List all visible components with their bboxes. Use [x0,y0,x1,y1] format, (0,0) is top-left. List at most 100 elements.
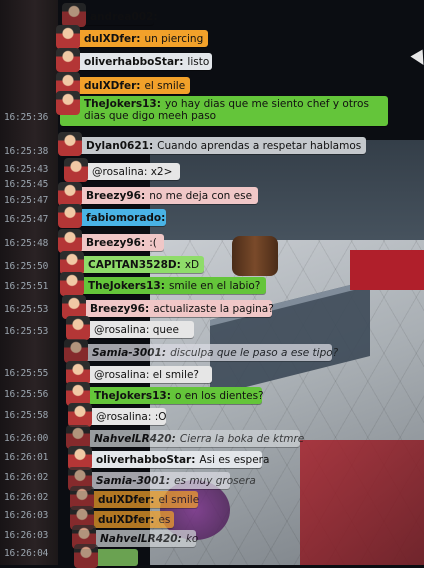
timestamp: 16:25:58 [4,410,49,421]
chat-text: un piercing [144,32,204,45]
timestamp: 16:26:01 [4,452,49,463]
chat-username[interactable]: NahvelLR420: [94,433,176,445]
timestamp: 16:26:03 [4,530,49,541]
avatar [56,48,80,72]
chat-message[interactable]: dulXDfer: el smile [70,486,200,510]
chat-message[interactable]: NahvelLR420: Cierra la boka de ktmre [66,425,304,449]
chat-message[interactable]: @rosalina: el smile? [66,361,212,385]
chat-message[interactable]: Samia-3001: es muy grosera [68,467,256,491]
avatar [60,272,84,296]
chat-text: el smile [144,79,186,92]
chat-message[interactable]: Breezy96: actualizaste la pagina? [62,295,274,319]
chat-username[interactable]: Breezy96: [90,303,149,315]
chat-text: actualizaste la pagina? [153,302,274,315]
chat-username[interactable]: Samia-3001: [96,475,170,487]
chat-message[interactable]: @rosalina: x2> [64,158,180,182]
avatar [62,3,86,27]
chat-username[interactable]: dulXDfer: [84,33,140,45]
timestamp: 16:26:02 [4,492,49,503]
chat-message[interactable]: @rosalina: quee [66,316,194,340]
timestamp: 16:25:53 [4,304,49,315]
red-couch [350,250,424,290]
chat-message[interactable]: TheJokers13: smile en el labio? [60,272,266,296]
avatar [58,229,82,253]
timestamp: 16:25:43 [4,164,49,175]
chat-message[interactable]: Dylan0621: Cuando aprendas a respetar ha… [58,132,366,156]
chat-username[interactable]: oliverhabboStar: [96,454,195,466]
chat-text: Cuando aprendas a respetar hablamos [157,139,362,152]
chat-message[interactable]: fabiomorado: [58,204,166,228]
timestamp: 16:25:36 [4,112,49,123]
timestamp: 16:26:00 [4,433,49,444]
chat-message[interactable]: oliverhabboStar: listo [56,48,212,72]
chat-username[interactable]: fabiomorado: [86,212,165,224]
avatar [68,403,92,427]
timestamp: 16:25:55 [4,368,49,379]
chat-message[interactable]: @rosalina: :O [68,403,167,427]
timestamp: 16:25:56 [4,389,49,400]
timestamp: 16:25:47 [4,214,49,225]
chat-text: es muy grosera [174,474,256,487]
chat-username[interactable]: CAPITAN3528D: [88,259,181,271]
avatar [58,204,82,228]
chat-text: @rosalina: el smile? [94,368,199,381]
timestamp: 16:25:50 [4,261,49,272]
timestamp: 16:26:04 [4,548,49,559]
chat-username[interactable]: dulXDfer: [98,514,154,526]
chat-text: es [158,513,171,526]
timestamp: 16:26:02 [4,472,49,483]
chat-username[interactable]: dulXDfer: [84,80,140,92]
timestamp: 16:26:03 [4,510,49,521]
chat-text: ko [185,532,199,545]
chat-line: TheJokers13: yo hay dias que me siento ch… [84,98,382,122]
chat-username[interactable]: andrea002: [90,11,158,23]
chat-text: @rosalina: x2> [92,165,173,178]
avatar [58,182,82,206]
chat-message[interactable]: dulXDfer: el smile [56,72,190,96]
chat-message[interactable]: CAPITAN3528D: xD [60,251,204,275]
avatar [64,158,88,182]
timestamp: 16:25:45 [4,179,49,190]
chat-text: smile en el labio? [168,279,261,292]
chat-text: @rosalina: :O [96,410,167,423]
timestamp: 16:25:38 [4,146,49,157]
chat-username[interactable]: TheJokers13: [84,98,161,110]
chat-text: el smile [158,493,200,506]
chat-text: xD [184,258,200,271]
chat-message[interactable]: Breezy96: :( [58,229,164,253]
chat-text: Cierra la boka de ktmre [179,432,305,445]
chat-username[interactable]: oliverhabboStar: [84,56,183,68]
avatar [64,339,88,363]
chat-text: Asi es espera [199,453,270,466]
chat-text: @rosalina: quee [94,323,179,336]
chat-text: o en los dientes? [174,389,264,402]
timestamp: 16:25:53 [4,326,49,337]
chat-message-partial[interactable] [74,544,138,568]
red-rug [300,440,424,565]
timestamp-column: 16:25:36 16:25:38 16:25:43 16:25:45 16:2… [0,0,60,565]
chat-message[interactable]: TheJokers13: o en los dientes? [66,382,264,406]
barrel-furniture [232,236,278,276]
timestamp: 16:25:51 [4,281,49,292]
chat-username[interactable]: NahvelLR420: [100,533,182,545]
chat-username[interactable]: dulXDfer: [98,494,154,506]
chat-username[interactable]: Breezy96: [86,190,145,202]
chat-username[interactable]: Samia-3001: [92,347,166,359]
chat-text: no me deja con ese [149,189,253,202]
chat-username[interactable]: TheJokers13: [88,280,165,292]
chat-message[interactable]: dulXDfer: un piercing [56,25,208,49]
timestamp: 16:25:48 [4,238,49,249]
chat-message[interactable]: oliverhabboStar: Asi es espera [68,446,269,470]
chat-username[interactable]: Dylan0621: [86,140,153,152]
chat-message[interactable]: Samia-3001: disculpa que le paso a ese t… [64,339,338,363]
chat-text: disculpa que le paso a ese tipo? [170,346,339,359]
chat-username[interactable]: TheJokers13: [94,390,171,402]
avatar [58,132,82,156]
chat-message[interactable]: andrea002: [62,3,158,27]
chat-message[interactable]: TheJokers13: yo hay dias que me siento ch… [56,91,388,126]
chat-message[interactable]: Breezy96: no me deja con ese [58,182,258,206]
avatar [66,316,90,340]
timestamp: 16:25:47 [4,195,49,206]
chat-username[interactable]: Breezy96: [86,237,145,249]
chat-text: listo [187,55,210,68]
